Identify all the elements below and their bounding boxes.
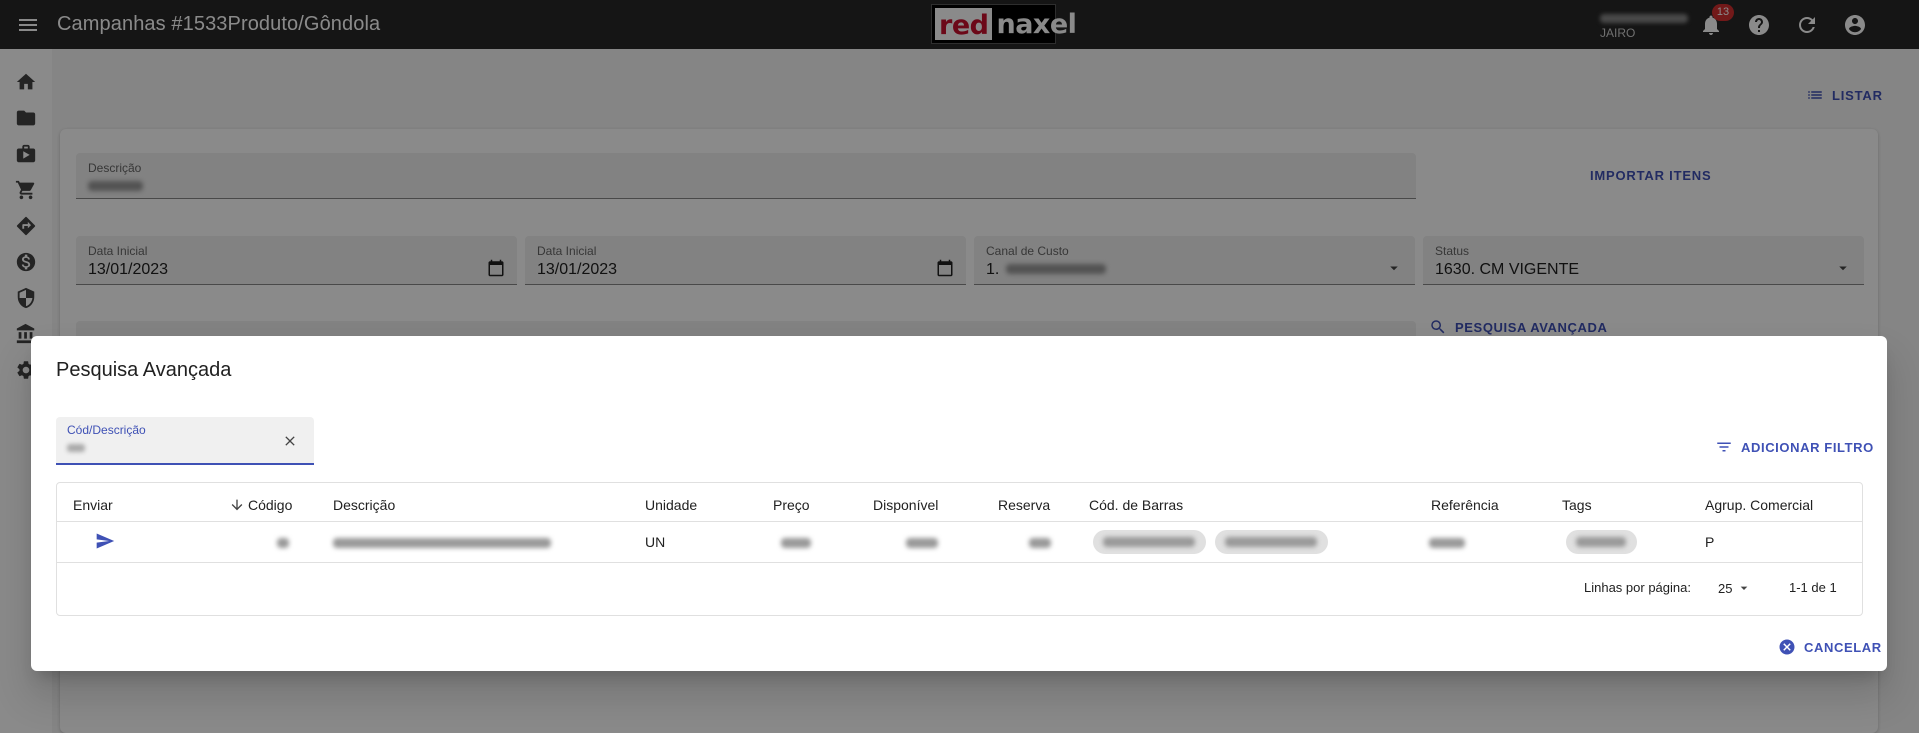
results-table: Enviar Código Descrição Unidade Preço Di…	[56, 482, 1863, 616]
dialog-title: Pesquisa Avançada	[56, 359, 232, 381]
cell-unidade: UN	[645, 534, 666, 550]
col-tags[interactable]: Tags	[1562, 497, 1592, 513]
send-icon[interactable]	[95, 531, 115, 551]
descricao-redacted	[333, 538, 551, 548]
search-value-redacted	[67, 444, 85, 452]
cell-agrup: P	[1705, 534, 1715, 550]
col-agrup-comercial[interactable]: Agrup. Comercial	[1705, 497, 1813, 513]
advanced-search-dialog: Pesquisa Avançada Cód/Descrição ADICIONA…	[31, 336, 1887, 671]
col-unidade[interactable]: Unidade	[645, 497, 697, 513]
col-enviar: Enviar	[73, 497, 113, 513]
header-divider	[57, 521, 1862, 522]
rows-per-page-label: Linhas por página:	[1584, 580, 1691, 595]
cancelar-button[interactable]: CANCELAR	[1778, 638, 1882, 656]
col-cod-barras[interactable]: Cód. de Barras	[1089, 497, 1183, 513]
sort-arrow-down-icon[interactable]	[229, 497, 245, 513]
tag-chip	[1566, 530, 1637, 554]
col-disponivel[interactable]: Disponível	[873, 497, 938, 513]
reserva-redacted	[1029, 538, 1051, 548]
disponivel-redacted	[906, 538, 938, 548]
barcode-chip	[1215, 530, 1328, 554]
col-descricao[interactable]: Descrição	[333, 497, 395, 513]
barcode-chip	[1093, 530, 1206, 554]
col-preco[interactable]: Preço	[773, 497, 810, 513]
rows-per-page-select[interactable]: 25	[1718, 580, 1752, 596]
cod-descricao-input[interactable]: Cód/Descrição	[56, 417, 314, 465]
referencia-redacted	[1429, 538, 1465, 548]
adicionar-filtro-button[interactable]: ADICIONAR FILTRO	[1715, 438, 1874, 456]
row-divider	[57, 562, 1862, 563]
col-codigo[interactable]: Código	[248, 497, 292, 513]
pagination-text: 1-1 de 1	[1789, 580, 1837, 595]
preco-redacted	[781, 538, 811, 548]
cancel-icon	[1779, 639, 1795, 655]
clear-icon[interactable]	[282, 433, 298, 449]
filter-icon	[1717, 442, 1731, 452]
dropdown-arrow-icon	[1741, 586, 1748, 590]
codigo-redacted	[277, 538, 289, 548]
col-reserva[interactable]: Reserva	[998, 497, 1050, 513]
col-referencia[interactable]: Referência	[1431, 497, 1499, 513]
